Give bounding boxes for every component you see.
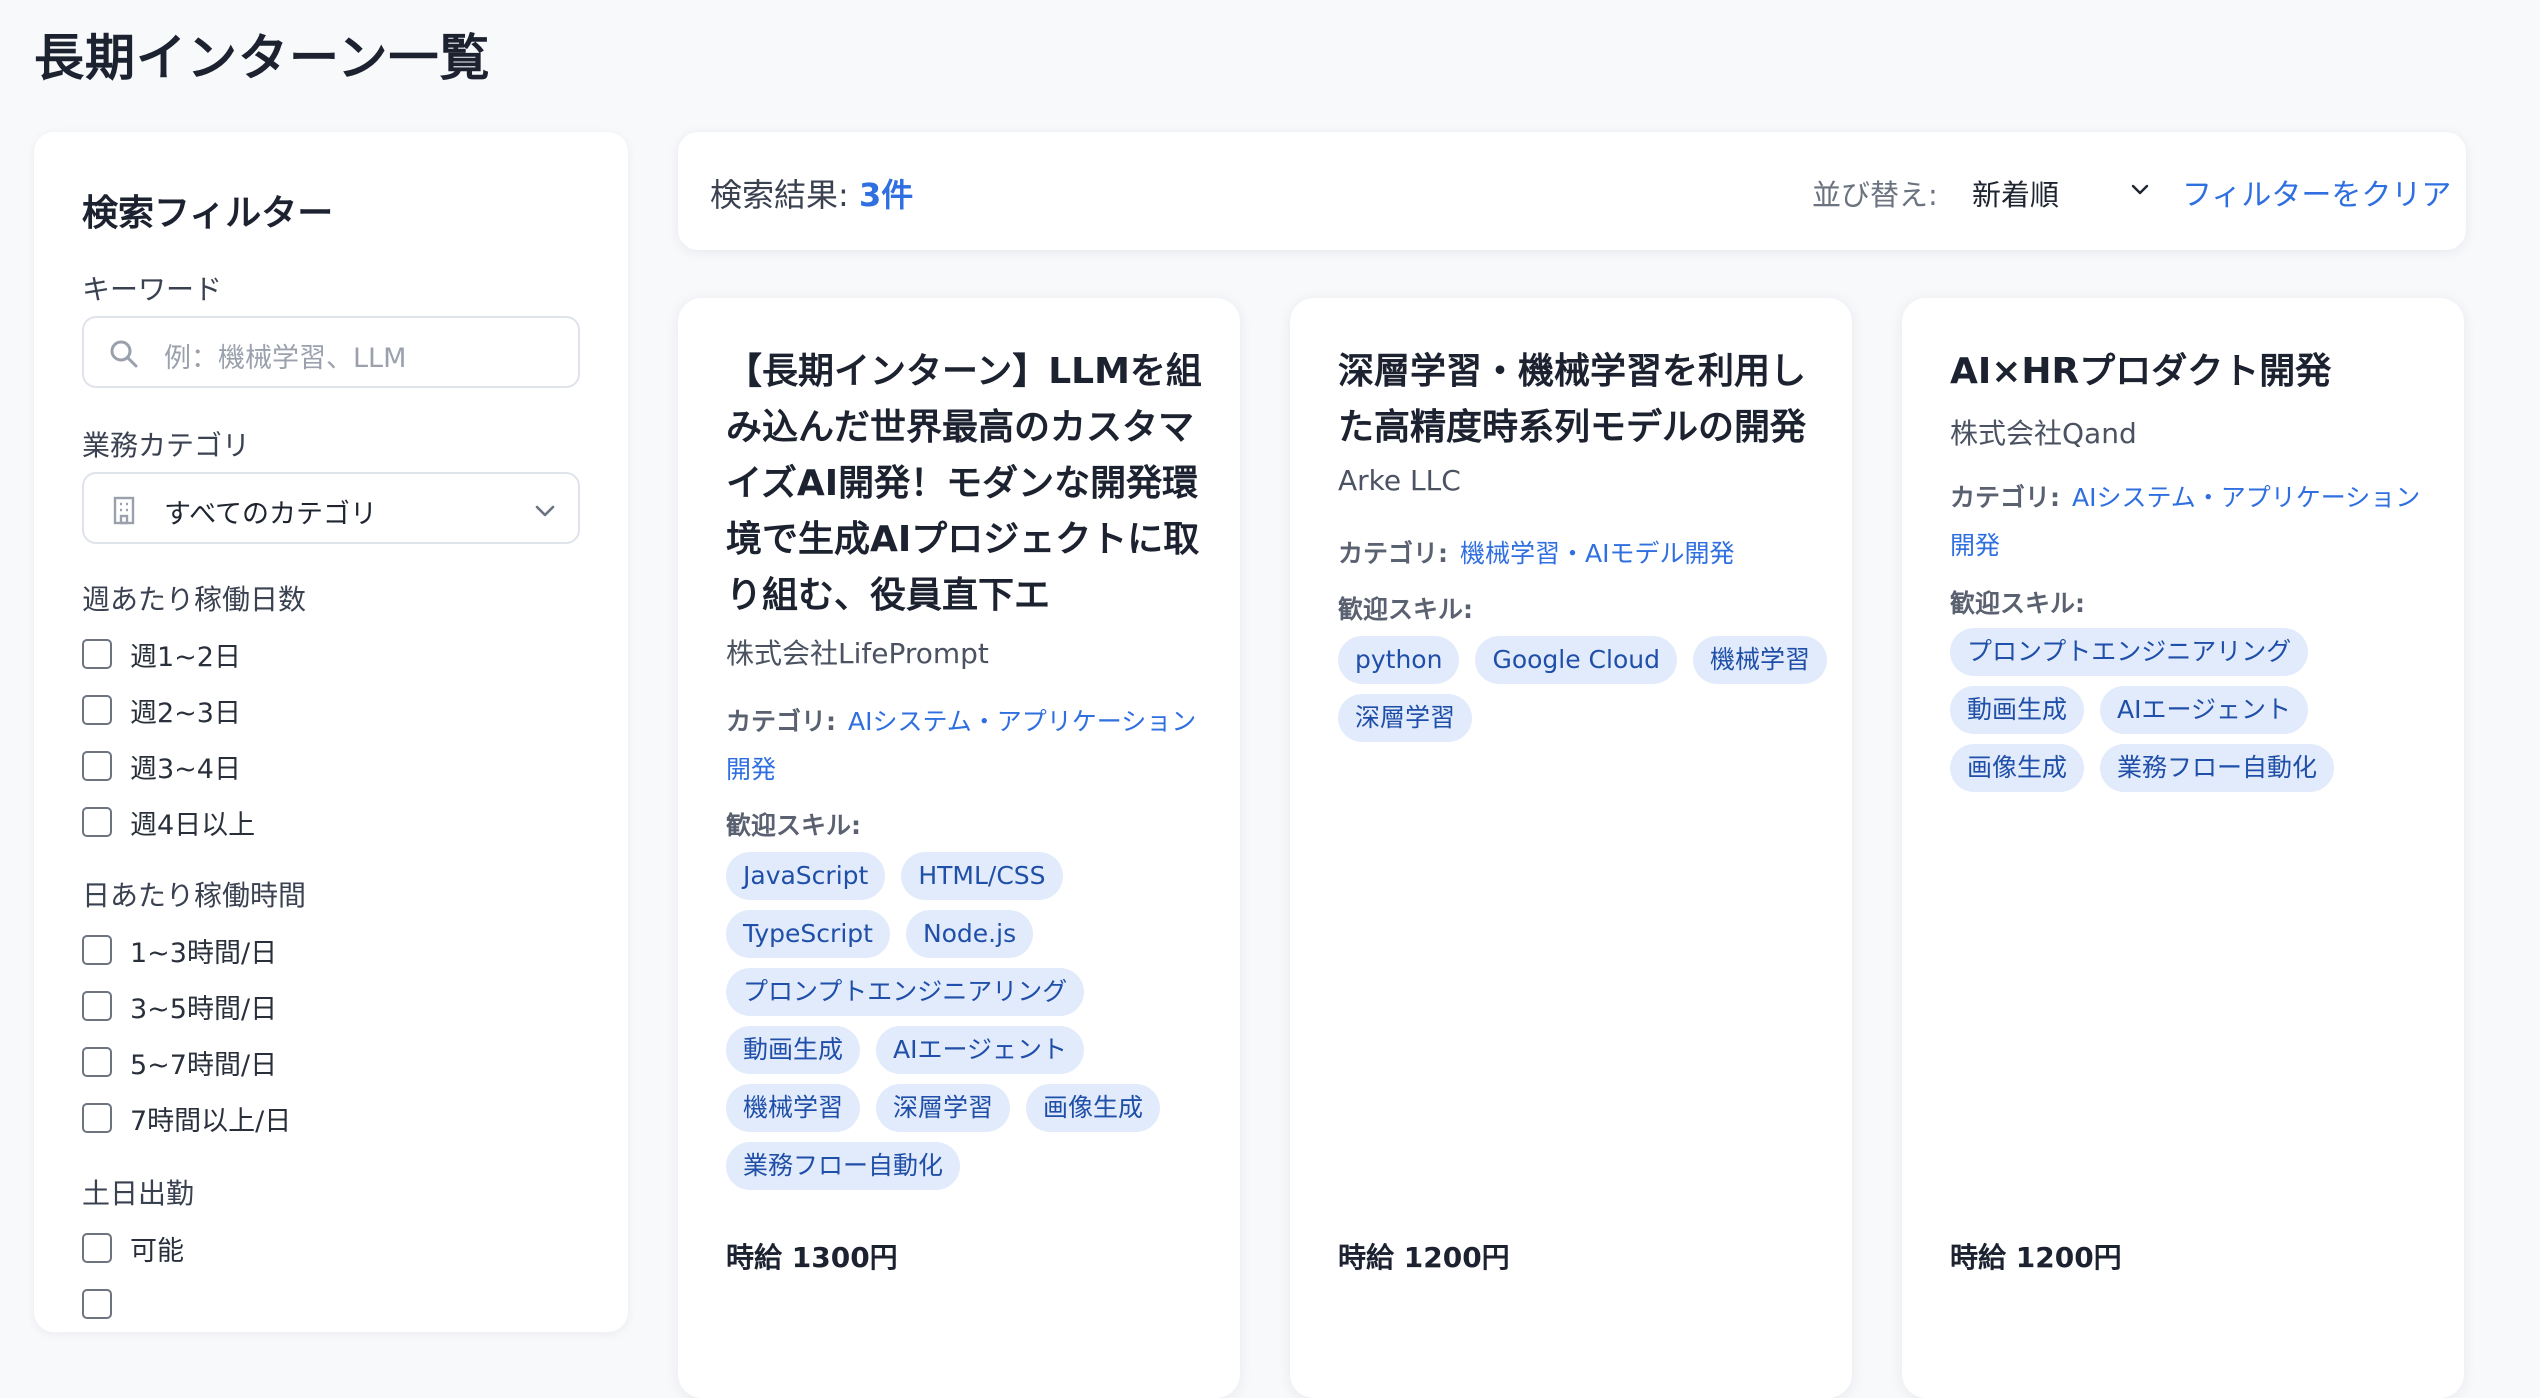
category-line: カテゴリ: AIシステム・アプリケーション開発 [1950, 474, 2430, 570]
skill-tag: プロンプトエンジニアリング [726, 968, 1085, 1016]
skill-tag: python [1338, 636, 1460, 684]
skill-tag: TypeScript [726, 910, 890, 958]
skill-tag: 機械学習 [1692, 636, 1827, 684]
hours-option[interactable]: 7時間以上/日 [82, 1098, 291, 1138]
wage: 時給 1200円 [1338, 1241, 1510, 1274]
results-label: 検索結果: [710, 176, 849, 214]
results-summary: 検索結果: 3件 [710, 170, 913, 216]
skill-tag: JavaScript [726, 852, 886, 900]
category-label: 業務カテゴリ [82, 429, 251, 462]
page: 長期インターン一覧 検索フィルター キーワード 例：機械学習、LLM 業務カテゴ… [0, 0, 2540, 1398]
checkbox[interactable] [82, 1103, 112, 1133]
results-bar: 検索結果: 3件 並び替え: 新着順 フィルターをクリア [678, 132, 2466, 250]
sort-select[interactable]: 新着順 [1972, 172, 2059, 214]
category-label: カテゴリ: [726, 707, 836, 736]
hours-option[interactable]: 3~5時間/日 [82, 986, 277, 1026]
chevron-down-icon[interactable] [2128, 178, 2152, 202]
skill-tag: 画像生成 [1026, 1084, 1161, 1132]
checkbox[interactable] [82, 695, 112, 725]
hours-option[interactable]: 5~7時間/日 [82, 1042, 277, 1082]
skill-tag: HTML/CSS [901, 852, 1063, 900]
days-option[interactable]: 週2~3日 [82, 690, 241, 730]
checkbox[interactable] [82, 1047, 112, 1077]
keyword-input[interactable]: 例：機械学習、LLM [82, 316, 580, 388]
category-label: カテゴリ: [1950, 483, 2060, 512]
skills-label: 歓迎スキル: [1950, 589, 2085, 618]
job-title[interactable]: 【長期インターン】LLMを組み込んだ世界最高のカスタマイズAI開発！モダンな開発… [726, 344, 1206, 624]
job-card[interactable]: 【長期インターン】LLMを組み込んだ世界最高のカスタマイズAI開発！モダンな開発… [678, 298, 1240, 1398]
checkbox-label: 7時間以上/日 [130, 1105, 292, 1137]
chevron-down-icon [535, 505, 555, 517]
filter-sidebar: 検索フィルター キーワード 例：機械学習、LLM 業務カテゴリ すべてのカテゴリ [34, 132, 628, 1332]
hours-label: 日あたり稼働時間 [82, 879, 307, 912]
skill-tag: 画像生成 [1950, 744, 2085, 792]
skills-label: 歓迎スキル: [726, 811, 861, 840]
page-title: 長期インターン一覧 [34, 29, 491, 87]
skill-tag: 機械学習 [726, 1084, 861, 1132]
skill-tag: 動画生成 [1950, 686, 2085, 734]
wage: 時給 1300円 [726, 1241, 898, 1274]
results-count: 3件 [858, 176, 914, 214]
job-title[interactable]: 深層学習・機械学習を利用した高精度時系列モデルの開発 [1338, 344, 1818, 456]
category-value: すべてのカテゴリ [164, 499, 378, 530]
building-icon [113, 496, 135, 525]
checkbox[interactable] [82, 991, 112, 1021]
category-line: カテゴリ: AIシステム・アプリケーション開発 [726, 698, 1206, 794]
skill-tags: python Google Cloud 機械学習深層学習 [1338, 636, 1838, 742]
skill-tag: 業務フロー自動化 [726, 1142, 961, 1190]
hours-option[interactable]: 1~3時間/日 [82, 930, 277, 970]
skills-label: 歓迎スキル: [1338, 595, 1473, 624]
days-label: 週あたり稼働日数 [82, 583, 307, 616]
weekend-label: 土日出勤 [82, 1177, 195, 1210]
skill-tag: 深層学習 [1338, 694, 1473, 742]
company-name: 株式会社Qand [1950, 417, 2137, 450]
clear-filters-link[interactable]: フィルターをクリア [2182, 170, 2451, 214]
checkbox-label: 週3~4日 [130, 753, 241, 785]
checkbox-label: 5~7時間/日 [130, 1049, 278, 1081]
checkbox-label: 1~3時間/日 [130, 937, 278, 969]
days-option[interactable]: 週4日以上 [82, 802, 255, 842]
skill-tag: 動画生成 [726, 1026, 861, 1074]
weekend-option[interactable] [82, 1284, 112, 1324]
checkbox[interactable] [82, 935, 112, 965]
skill-tag: AIエージェント [876, 1026, 1084, 1074]
days-option[interactable]: 週1~2日 [82, 634, 241, 674]
days-option[interactable]: 週3~4日 [82, 746, 241, 786]
checkbox-label: 週2~3日 [130, 697, 241, 729]
company-name: 株式会社LifePrompt [726, 637, 989, 670]
skill-tag: Node.js [905, 910, 1034, 958]
sort-label: 並び替え: [1812, 178, 1938, 212]
checkbox[interactable] [82, 807, 112, 837]
category-value: 機械学習・AIモデル開発 [1460, 539, 1735, 568]
skill-tag: プロンプトエンジニアリング [1950, 628, 2309, 676]
company-name: Arke LLC [1338, 464, 1461, 497]
checkbox-label: 週1~2日 [130, 641, 241, 673]
category-line: カテゴリ: 機械学習・AIモデル開発 [1338, 530, 1818, 578]
skill-tags: JavaScript HTML/CSS TypeScript Node.js プロンプト… [726, 852, 1226, 1190]
job-card[interactable]: AI×HRプロダクト開発 株式会社Qand カテゴリ: AIシステム・アプリケーシ… [1902, 298, 2464, 1398]
filter-title: 検索フィルター [82, 193, 334, 234]
skill-tag: Google Cloud [1475, 636, 1677, 684]
checkbox-label: 可能 [130, 1235, 184, 1267]
skill-tags: プロンプトエンジニアリング 動画生成 AIエージェント 画像生成 業務フロー自動化 [1950, 628, 2450, 792]
keyword-label: キーワード [82, 273, 223, 306]
job-card[interactable]: 深層学習・機械学習を利用した高精度時系列モデルの開発 Arke LLC カテゴリ… [1290, 298, 1852, 1398]
skill-tag: AIエージェント [2100, 686, 2308, 734]
wage: 時給 1200円 [1950, 1241, 2122, 1274]
checkbox[interactable] [82, 1289, 112, 1319]
keyword-placeholder: 例：機械学習、LLM [164, 343, 407, 374]
job-title[interactable]: AI×HRプロダクト開発 [1950, 344, 2430, 400]
category-label: カテゴリ: [1338, 539, 1448, 568]
skill-tag: 深層学習 [876, 1084, 1011, 1132]
search-icon [110, 340, 138, 368]
category-select[interactable]: すべてのカテゴリ [82, 472, 580, 544]
weekend-option[interactable]: 可能 [82, 1228, 184, 1268]
checkbox[interactable] [82, 751, 112, 781]
skill-tag: 業務フロー自動化 [2100, 744, 2335, 792]
checkbox[interactable] [82, 639, 112, 669]
checkbox[interactable] [82, 1233, 112, 1263]
checkbox-label: 3~5時間/日 [130, 993, 278, 1025]
checkbox-label: 週4日以上 [130, 809, 256, 841]
